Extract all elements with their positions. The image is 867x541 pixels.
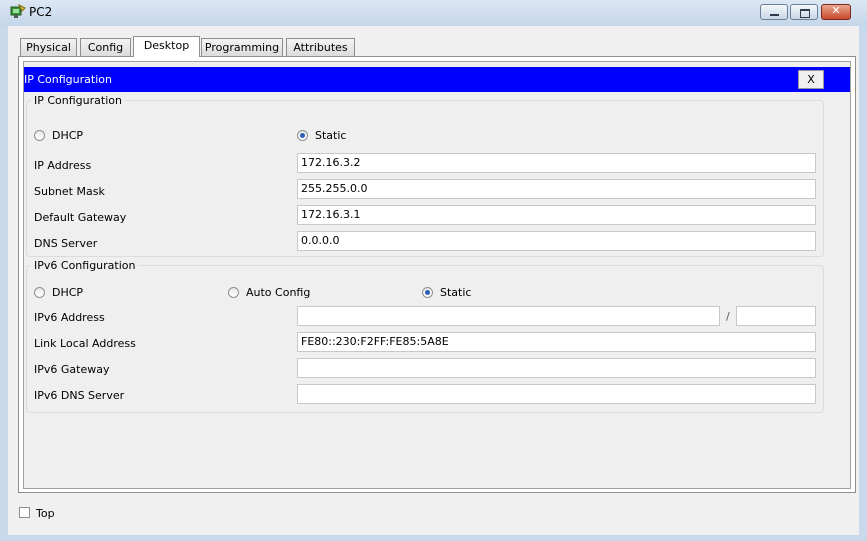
app-header: IP Configuration X [24, 67, 850, 92]
link-local-address-input[interactable]: FE80::230:F2FF:FE85:5A8E [297, 332, 816, 352]
ip-address-label: IP Address [34, 159, 92, 172]
radio-icon [228, 287, 239, 298]
ip-address-input[interactable]: 172.16.3.2 [297, 153, 816, 173]
desktop-tab-panel: IP Configuration X IP Configuration DHCP… [18, 56, 856, 493]
dns-server-input[interactable]: 0.0.0.0 [297, 231, 816, 251]
window-client: Physical Config Desktop Programming Attr… [8, 26, 859, 535]
top-checkbox-label: Top [36, 507, 55, 520]
tab-config[interactable]: Config [80, 38, 131, 56]
close-window-button[interactable]: ✕ [821, 4, 851, 20]
maximize-icon [800, 9, 810, 18]
ipv4-group-title: IP Configuration [31, 94, 125, 107]
ipv6-prefix-input[interactable] [736, 306, 816, 326]
tab-desktop[interactable]: Desktop [133, 36, 200, 57]
ipv4-static-label: Static [315, 129, 347, 142]
subnet-mask-label: Subnet Mask [34, 185, 105, 198]
pc-icon [10, 4, 26, 18]
ipv6-group-title: IPv6 Configuration [31, 259, 139, 272]
top-checkbox[interactable] [19, 507, 30, 518]
radio-icon [34, 287, 45, 298]
prefix-separator: / [726, 310, 730, 323]
ipv6-config-group: IPv6 Configuration DHCP Auto Config Stat… [26, 259, 824, 413]
tab-attributes[interactable]: Attributes [286, 38, 355, 56]
ipv6-gateway-input[interactable] [297, 358, 816, 378]
ipv6-dns-server-label: IPv6 DNS Server [34, 389, 125, 402]
window-titlebar[interactable]: PC2 ✕ [0, 0, 867, 26]
dns-server-label: DNS Server [34, 237, 98, 250]
app-title: IP Configuration [24, 73, 112, 86]
window-title: PC2 [29, 5, 53, 19]
ipv6-static-label: Static [440, 286, 472, 299]
minimize-button[interactable] [760, 4, 788, 20]
minimize-icon [770, 14, 779, 16]
ip-configuration-app: IP Configuration X IP Configuration DHCP… [23, 61, 851, 489]
link-local-address-label: Link Local Address [34, 337, 136, 350]
ipv4-dhcp-label: DHCP [52, 129, 84, 142]
radio-checked-icon [297, 130, 308, 141]
tab-physical[interactable]: Physical [20, 38, 77, 56]
default-gateway-label: Default Gateway [34, 211, 127, 224]
ipv4-config-group: IP Configuration DHCP Static IP Address … [26, 94, 824, 257]
tab-programming[interactable]: Programming [201, 38, 283, 56]
ipv6-address-input[interactable] [297, 306, 720, 326]
ipv6-dhcp-label: DHCP [52, 286, 84, 299]
radio-icon [34, 130, 45, 141]
ipv6-auto-config-label: Auto Config [246, 286, 311, 299]
subnet-mask-input[interactable]: 255.255.0.0 [297, 179, 816, 199]
maximize-button[interactable] [790, 4, 818, 20]
default-gateway-input[interactable]: 172.16.3.1 [297, 205, 816, 225]
ipv6-dns-server-input[interactable] [297, 384, 816, 404]
ipv6-address-label: IPv6 Address [34, 311, 105, 324]
app-close-button[interactable]: X [798, 70, 824, 89]
close-icon: ✕ [831, 4, 841, 17]
ipv6-gateway-label: IPv6 Gateway [34, 363, 110, 376]
radio-checked-icon [422, 287, 433, 298]
